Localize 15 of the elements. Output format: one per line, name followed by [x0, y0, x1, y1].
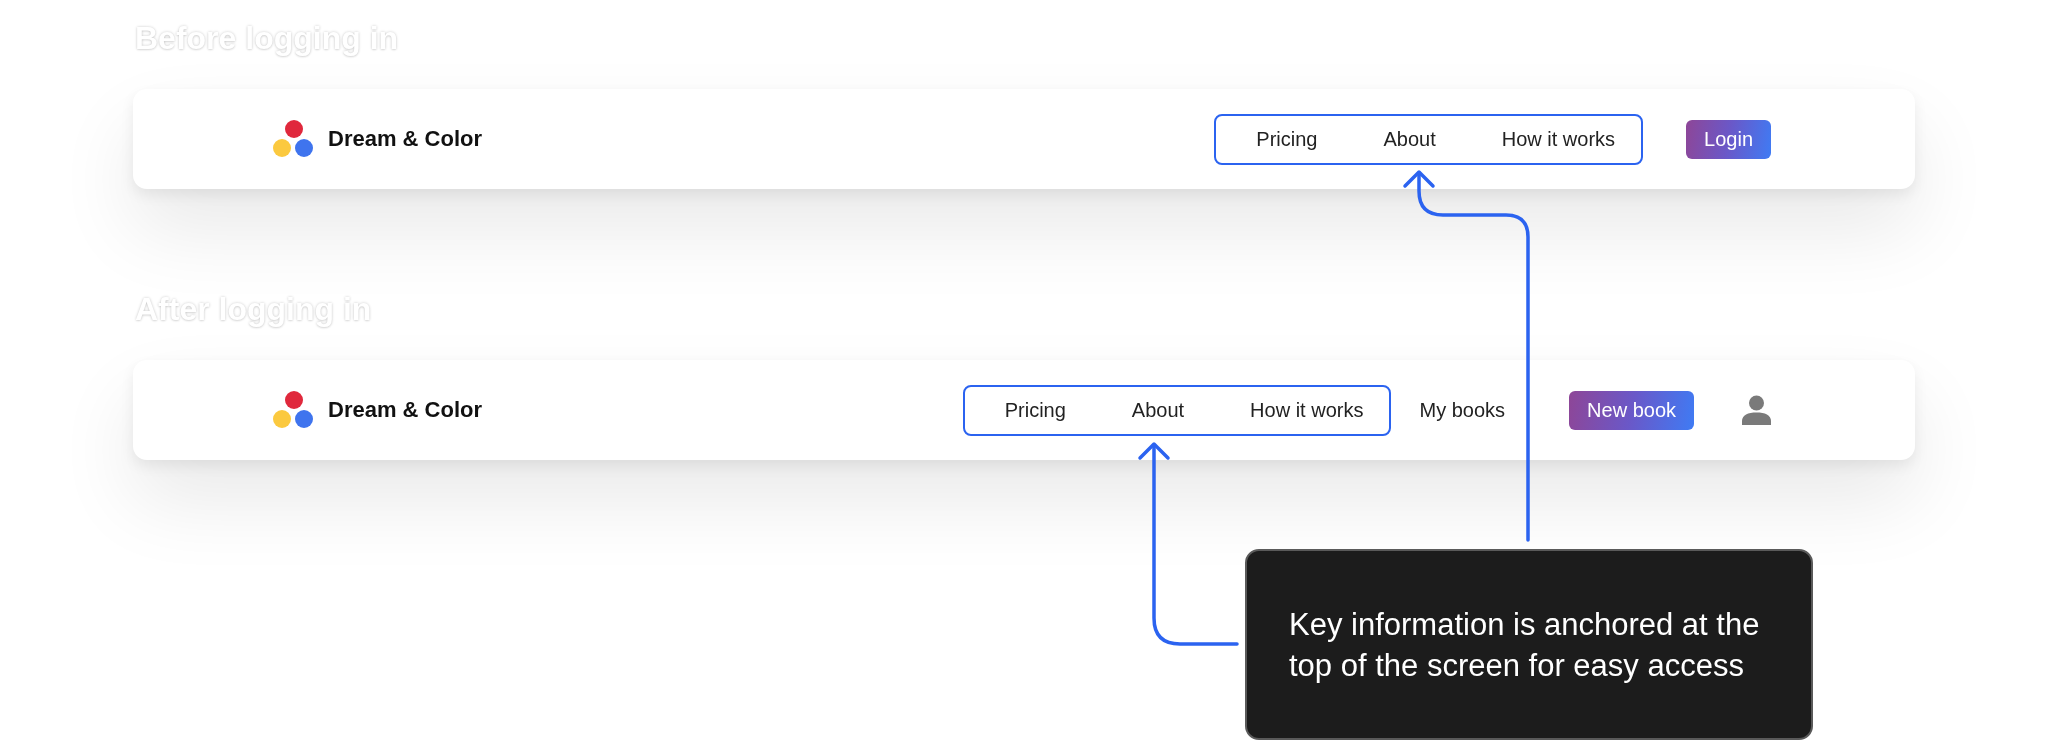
- nav-link[interactable]: How it works: [1250, 398, 1364, 422]
- nav-link[interactable]: How it works: [1501, 127, 1616, 151]
- logo-icon[interactable]: [273, 120, 314, 158]
- cta-button[interactable]: New book: [1569, 390, 1694, 430]
- nav-link[interactable]: My books: [1419, 398, 1506, 422]
- nav-link[interactable]: Pricing: [1004, 398, 1066, 422]
- brand-name[interactable]: Dream & Color: [328, 126, 483, 152]
- nav-link[interactable]: Pricing: [1256, 127, 1318, 151]
- logo-icon[interactable]: [273, 391, 314, 429]
- nav-link[interactable]: About: [1383, 127, 1436, 151]
- brand-name[interactable]: Dream & Color: [328, 397, 483, 423]
- cta-button[interactable]: Login: [1686, 119, 1771, 159]
- callout-text: Key information is anchored at the top of the screen for easy access: [1289, 605, 1761, 685]
- nav-link[interactable]: About: [1131, 398, 1185, 422]
- user-avatar-icon[interactable]: [1742, 395, 1771, 425]
